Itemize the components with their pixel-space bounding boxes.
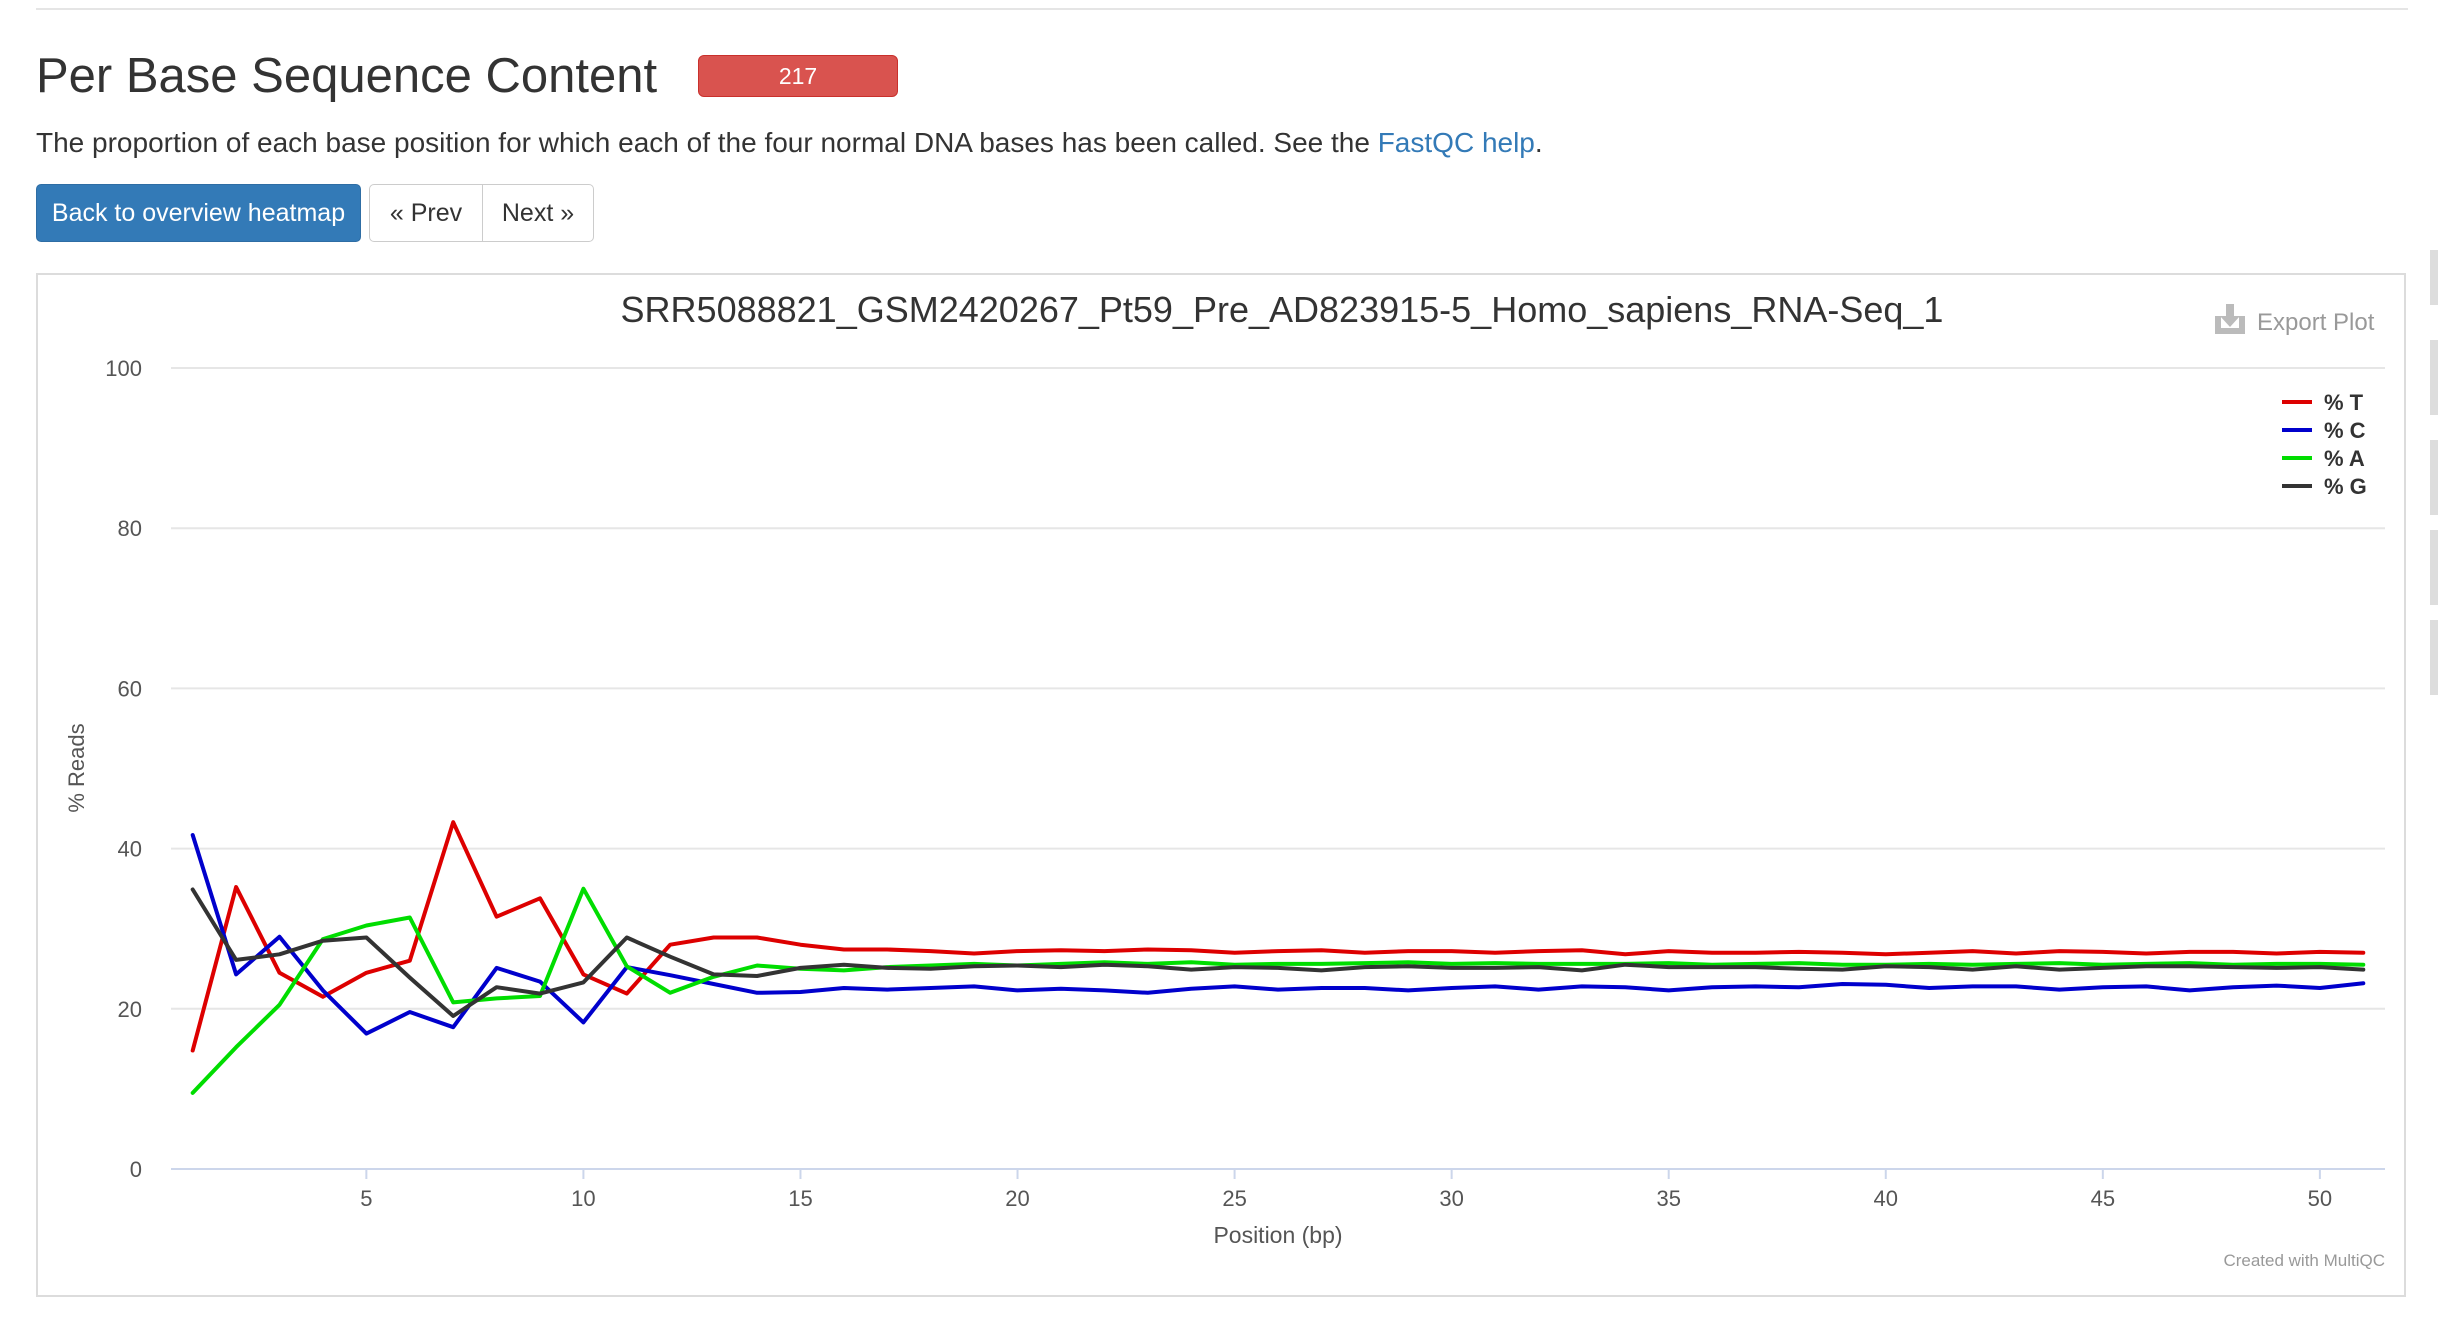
y-tick-label: 20 bbox=[118, 997, 142, 1022]
x-tick-label: 10 bbox=[571, 1186, 595, 1211]
legend-label: % T bbox=[2324, 390, 2364, 415]
credit-text: Created with MultiQC bbox=[2223, 1251, 2385, 1270]
export-plot-label: Export Plot bbox=[2257, 309, 2375, 336]
x-tick-label: 20 bbox=[1005, 1186, 1029, 1211]
y-tick-label: 100 bbox=[105, 356, 142, 381]
download-icon bbox=[2215, 304, 2245, 334]
line-chart: 0 20 40 60 80 100 5 10 15 20 25 30 35 40 45 50 SRR5088… bbox=[64, 289, 2385, 1270]
x-axis-label: Position (bp) bbox=[1213, 1222, 1342, 1248]
legend-label: % A bbox=[2324, 446, 2365, 471]
legend: % T % C % A % G bbox=[2282, 390, 2367, 499]
right-edge-tab bbox=[2430, 530, 2438, 605]
y-tick-label: 0 bbox=[130, 1157, 142, 1182]
y-tick-label: 40 bbox=[118, 837, 142, 862]
x-tick-label: 45 bbox=[2091, 1186, 2115, 1211]
y-axis-label: % Reads bbox=[64, 723, 89, 812]
right-edge-tab bbox=[2430, 340, 2438, 415]
legend-label: % C bbox=[2324, 418, 2366, 443]
right-edge-tab bbox=[2430, 250, 2438, 305]
x-tick-label: 5 bbox=[360, 1186, 372, 1211]
x-tick-label: 30 bbox=[1439, 1186, 1463, 1211]
x-tick-label: 40 bbox=[1874, 1186, 1898, 1211]
y-tick-label: 60 bbox=[118, 676, 142, 701]
series-line bbox=[190, 820, 2366, 1053]
x-tick-label: 50 bbox=[2308, 1186, 2332, 1211]
right-edge-tab bbox=[2430, 440, 2438, 515]
chart-title: SRR5088821_GSM2420267_Pt59_Pre_AD823915-… bbox=[621, 289, 1944, 330]
right-edge-tab bbox=[2430, 620, 2438, 695]
y-tick-label: 80 bbox=[118, 516, 142, 541]
x-tick-label: 15 bbox=[788, 1186, 812, 1211]
series-line bbox=[190, 833, 2366, 1036]
legend-label: % G bbox=[2324, 474, 2367, 499]
x-tick-label: 35 bbox=[1656, 1186, 1680, 1211]
export-plot-button[interactable]: Export Plot bbox=[2215, 304, 2375, 336]
x-tick-label: 25 bbox=[1222, 1186, 1246, 1211]
